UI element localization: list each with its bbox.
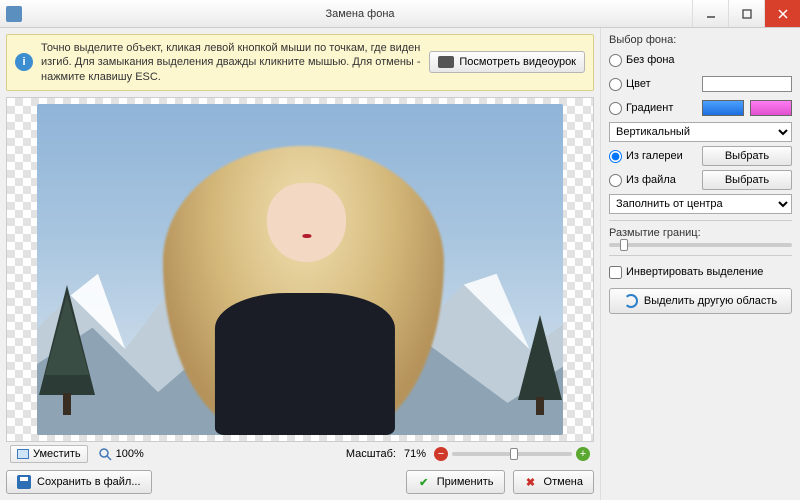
- composited-image: [37, 104, 563, 435]
- gradient-color-2[interactable]: [750, 100, 792, 116]
- invert-selection-checkbox[interactable]: Инвертировать выделение: [609, 266, 792, 279]
- radio-color[interactable]: Цвет: [609, 78, 696, 91]
- radio-gradient[interactable]: Градиент: [609, 102, 696, 115]
- apply-label: Применить: [437, 476, 494, 488]
- radio-gallery[interactable]: Из галереи: [609, 150, 696, 163]
- magnifier-icon: [98, 447, 112, 461]
- radio-no-bg[interactable]: Без фона: [609, 54, 792, 67]
- maximize-button[interactable]: [728, 0, 764, 27]
- fit-icon: [17, 449, 29, 459]
- radio-file[interactable]: Из файла: [609, 174, 696, 187]
- bg-section-label: Выбор фона:: [609, 34, 792, 46]
- titlebar: Замена фона: [0, 0, 800, 28]
- zoom-slider[interactable]: [452, 452, 572, 456]
- gallery-choose-button[interactable]: Выбрать: [702, 146, 792, 166]
- canvas-statusbar: Уместить 100% Масштаб: 71% − +: [6, 442, 594, 466]
- options-panel: Выбор фона: Без фона Цвет Градиент Верти…: [600, 28, 800, 500]
- color-swatch[interactable]: [702, 76, 792, 92]
- fill-mode-select[interactable]: Заполнить от центра: [609, 194, 792, 214]
- fit-label: Уместить: [33, 448, 81, 460]
- gradient-color-1[interactable]: [702, 100, 744, 116]
- file-choose-button[interactable]: Выбрать: [702, 170, 792, 190]
- zoom-100-button[interactable]: 100%: [98, 447, 144, 461]
- scale-value: 71%: [404, 448, 426, 460]
- app-icon: [6, 6, 22, 22]
- blur-label: Размытие границ:: [609, 227, 792, 239]
- gradient-direction-select[interactable]: Вертикальный: [609, 122, 792, 142]
- cancel-button[interactable]: ✖ Отмена: [513, 470, 594, 494]
- cancel-icon: ✖: [524, 475, 538, 489]
- apply-button[interactable]: ✔ Применить: [406, 470, 505, 494]
- close-button[interactable]: [764, 0, 800, 27]
- blur-slider[interactable]: [609, 243, 792, 247]
- scale-label: Масштаб:: [346, 448, 396, 460]
- hint-text: Точно выделите объект, кликая левой кноп…: [41, 41, 421, 84]
- save-to-file-button[interactable]: Сохранить в файл...: [6, 470, 152, 494]
- check-icon: ✔: [417, 475, 431, 489]
- video-tutorial-button[interactable]: Посмотреть видеоурок: [429, 51, 585, 73]
- refresh-icon: [624, 294, 638, 308]
- select-other-label: Выделить другую область: [644, 295, 777, 307]
- zoom-100-label: 100%: [116, 448, 144, 460]
- zoom-in-button[interactable]: +: [576, 447, 590, 461]
- hint-banner: i Точно выделите объект, кликая левой кн…: [6, 34, 594, 91]
- camera-icon: [438, 56, 454, 68]
- minimize-button[interactable]: [692, 0, 728, 27]
- video-button-label: Посмотреть видеоурок: [459, 56, 576, 68]
- info-icon: i: [15, 53, 33, 71]
- cancel-label: Отмена: [544, 476, 583, 488]
- fit-button[interactable]: Уместить: [10, 445, 88, 463]
- save-icon: [17, 475, 31, 489]
- select-other-area-button[interactable]: Выделить другую область: [609, 288, 792, 314]
- editor-canvas[interactable]: [6, 97, 594, 442]
- window-title: Замена фона: [28, 8, 692, 20]
- zoom-out-button[interactable]: −: [434, 447, 448, 461]
- save-label: Сохранить в файл...: [37, 476, 141, 488]
